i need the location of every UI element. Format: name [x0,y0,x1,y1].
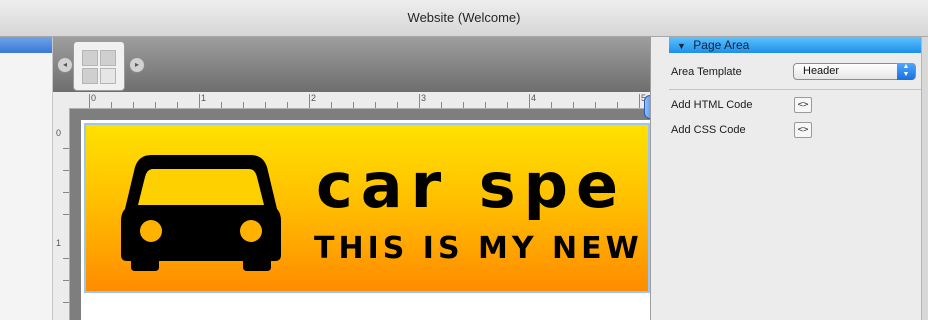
header-banner[interactable]: car spe This is my New [84,123,650,293]
area-template-value: Header [803,65,840,77]
ruler-label: 3 [421,93,427,103]
previous-layout-button[interactable]: ◂ [57,57,73,73]
divider [669,89,922,90]
ruler-label: 1 [56,238,62,248]
popup-arrows-icon: ▲ ▼ [897,63,915,80]
page-canvas[interactable]: car spe This is my New [81,120,650,320]
left-sidebar [0,37,53,320]
canvas-area: ◂ ▸ 0 1 2 3 4 5 0 1 [53,37,650,320]
add-html-code-button[interactable]: <> [794,97,812,113]
ruler-label: 4 [531,93,537,103]
inspector-panel: ▼ Page Area Area Template Header ▲ ▼ Add … [650,37,922,320]
window-right-edge [921,37,928,320]
area-template-label: Area Template [671,66,742,78]
window-title: Website (Welcome) [407,10,521,25]
disclosure-triangle-icon[interactable]: ▼ [677,38,686,54]
add-css-code-label: Add CSS Code [671,124,746,136]
car-icon [121,155,281,271]
add-html-code-label: Add HTML Code [671,99,753,111]
add-css-code-button[interactable]: <> [794,122,812,138]
page-area-section-header[interactable]: ▼ Page Area [669,37,922,53]
area-template-select[interactable]: Header ▲ ▼ [793,63,916,80]
ruler-label: 0 [56,128,62,138]
ruler-label: 2 [311,93,317,103]
ruler-label: 1 [201,93,207,103]
vertical-ruler: 0 1 [53,108,70,320]
ruler-label: 0 [91,93,97,103]
window-titlebar: Website (Welcome) [0,0,928,37]
section-title: Page Area [693,38,750,52]
layout-template-icon[interactable] [73,41,125,91]
next-layout-button[interactable]: ▸ [129,57,145,73]
layout-toolbar: ◂ ▸ [53,37,650,92]
sidebar-selected-item[interactable] [0,37,52,53]
site-tagline[interactable]: This is my New [314,231,643,266]
horizontal-ruler: 0 1 2 3 4 5 [53,92,650,109]
site-title[interactable]: car spe [316,149,626,222]
